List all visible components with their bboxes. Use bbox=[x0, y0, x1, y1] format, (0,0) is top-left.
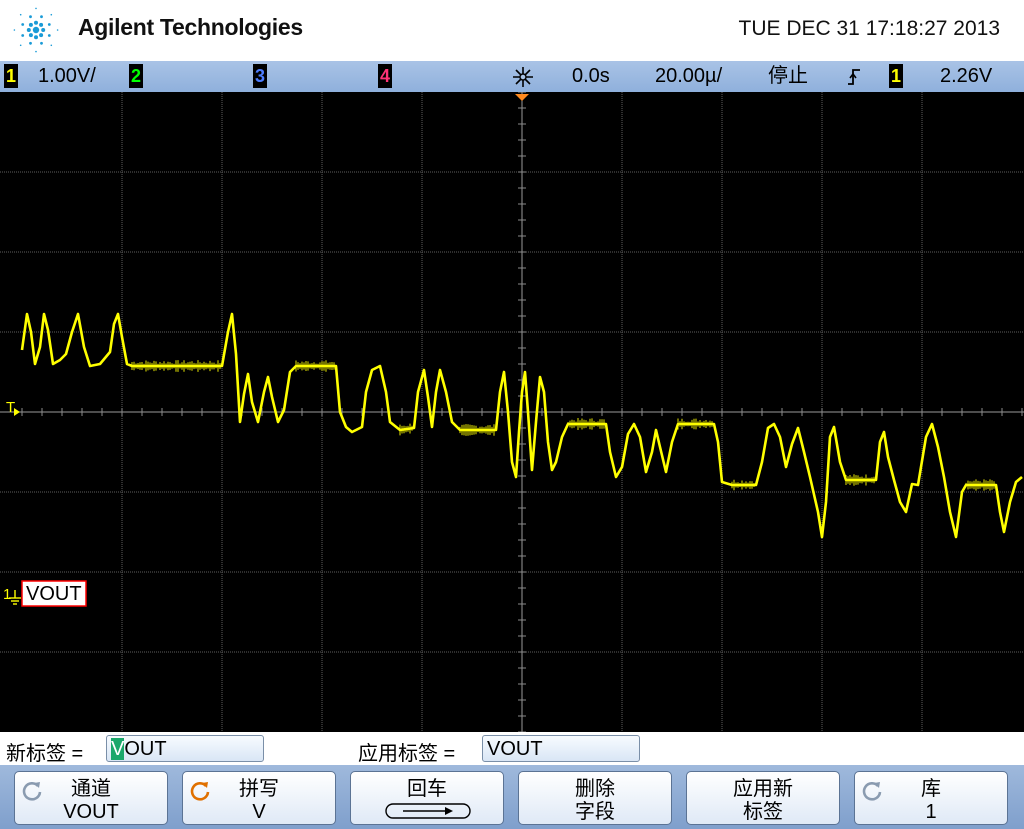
waveform-display[interactable]: T 1 VOUT bbox=[0, 92, 1024, 732]
softkey-2[interactable]: 拼写 V bbox=[182, 771, 336, 825]
channel-4-indicator[interactable]: 4 bbox=[378, 64, 392, 88]
run-state: 停止 bbox=[768, 65, 808, 87]
datetime: TUE DEC 31 17:18:27 2013 bbox=[738, 17, 1001, 40]
trigger-level-arrow bbox=[14, 408, 20, 416]
softkey-value: V bbox=[252, 801, 266, 823]
softkey-label: 通道 bbox=[71, 778, 111, 800]
label-edit-row: 新标签 = VOUT 应用标签 = VOUT bbox=[0, 732, 1024, 765]
header: Agilent Technologies TUE DEC 31 17:18:27… bbox=[0, 0, 1024, 61]
softkey-value: 字段 bbox=[575, 801, 615, 823]
channel-1-indicator[interactable]: 1 bbox=[4, 64, 18, 88]
softkey-label: 拼写 bbox=[239, 778, 279, 800]
softkey-label: 库 bbox=[921, 778, 941, 800]
softkey-5[interactable]: 应用新 标签 bbox=[686, 771, 840, 825]
trigger-level: 2.26V bbox=[940, 65, 993, 87]
trigger-position-marker bbox=[515, 94, 529, 101]
time-scale: 20.00µ/ bbox=[655, 65, 723, 87]
channel-1-ground-marker: 1 bbox=[3, 586, 11, 603]
softkey-label: 回车 bbox=[407, 778, 447, 800]
enter-arrow-icon bbox=[385, 803, 471, 819]
time-delay: 0.0s bbox=[572, 65, 610, 87]
channel-label: VOUT bbox=[26, 583, 82, 605]
brand-name: Agilent Technologies bbox=[78, 14, 303, 40]
softkey-value: 标签 bbox=[743, 801, 783, 823]
channel-2-indicator[interactable]: 2 bbox=[129, 64, 143, 88]
apply-label-field[interactable]: VOUT bbox=[482, 735, 640, 762]
softkey-value: 1 bbox=[925, 801, 937, 823]
softkey-label: 删除 bbox=[575, 778, 615, 800]
graticule bbox=[0, 92, 1024, 732]
softkey-value: VOUT bbox=[63, 801, 119, 823]
softkey-1[interactable]: 通道 VOUT bbox=[14, 771, 168, 825]
trigger-source[interactable]: 1 bbox=[889, 64, 903, 88]
agilent-logo-icon bbox=[13, 7, 59, 53]
edit-cursor-char: V bbox=[111, 738, 125, 760]
softkey-bar: 通道 VOUT 拼写 V 回车 删除 字段 应用新 标签库 1 bbox=[0, 765, 1024, 829]
softkey-6[interactable]: 库1 bbox=[854, 771, 1008, 825]
new-label-text: OUT bbox=[124, 738, 167, 760]
rising-edge-icon bbox=[848, 69, 860, 85]
channel-1-trace-noise bbox=[131, 360, 995, 491]
trigger-level-marker: T bbox=[6, 399, 15, 416]
softkey-3[interactable]: 回车 bbox=[350, 771, 504, 825]
status-bar: 1 1.00V/ 2 3 4 0.0s 20.00µ/ 停止 1 2.26V bbox=[0, 61, 1024, 92]
new-label-field[interactable]: VOUT bbox=[106, 735, 264, 762]
new-label-caption: 新标签 = bbox=[6, 743, 84, 765]
channel-1-scale: 1.00V/ bbox=[38, 65, 96, 87]
softkey-label: 应用新 bbox=[733, 778, 793, 800]
apply-label-caption: 应用标签 = bbox=[358, 743, 456, 765]
horizontal-reference-icon bbox=[513, 67, 533, 87]
channel-3-indicator[interactable]: 3 bbox=[253, 64, 267, 88]
softkey-4[interactable]: 删除 字段 bbox=[518, 771, 672, 825]
waveform-svg: T 1 VOUT bbox=[0, 92, 1024, 732]
